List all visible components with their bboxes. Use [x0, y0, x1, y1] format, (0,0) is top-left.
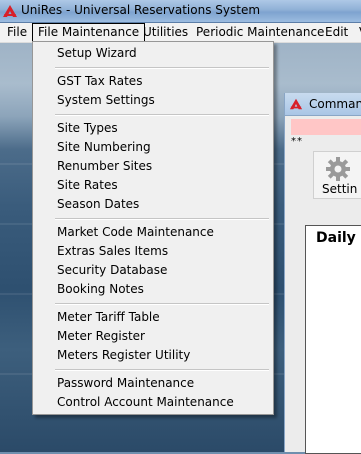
- settings-button[interactable]: Settin: [313, 151, 361, 199]
- menu-utilities[interactable]: Utilities: [138, 23, 193, 42]
- window-title: UniRes - Universal Reservations System: [21, 3, 261, 17]
- menu-item-booking-notes[interactable]: Booking Notes: [57, 280, 144, 298]
- menu-periodic-maintenance[interactable]: Periodic Maintenance: [191, 23, 329, 42]
- command-window-title: Command: [309, 97, 361, 111]
- title-bar: UniRes - Universal Reservations System: [0, 0, 361, 23]
- menu-item-meter-tariff-table[interactable]: Meter Tariff Table: [57, 308, 160, 326]
- menu-item-security-database[interactable]: Security Database: [57, 261, 167, 279]
- menu-item-gst-tax-rates[interactable]: GST Tax Rates: [57, 72, 142, 90]
- menu-item-market-code-maintenance[interactable]: Market Code Maintenance: [57, 223, 214, 241]
- menu-separator: [55, 303, 269, 305]
- menu-item-control-account-maintenance[interactable]: Control Account Maintenance: [57, 393, 234, 411]
- menu-separator: [55, 369, 269, 371]
- menu-item-meter-register[interactable]: Meter Register: [57, 327, 145, 345]
- status-stars: **: [291, 136, 303, 147]
- menu-item-renumber-sites[interactable]: Renumber Sites: [57, 157, 152, 175]
- menu-separator: [55, 218, 269, 220]
- menu-item-site-rates[interactable]: Site Rates: [57, 176, 118, 194]
- menu-item-system-settings[interactable]: System Settings: [57, 91, 155, 109]
- settings-label: Settin: [322, 182, 358, 196]
- file-maintenance-dropdown: Setup Wizard GST Tax Rates System Settin…: [32, 41, 274, 415]
- menu-item-site-types[interactable]: Site Types: [57, 119, 118, 137]
- menu-separator: [55, 114, 269, 116]
- daily-panel: Daily F: [305, 225, 361, 454]
- menu-separator: [55, 67, 269, 69]
- menu-item-extras-sales-items[interactable]: Extras Sales Items: [57, 242, 168, 260]
- menu-bar: File File Maintenance Utilities Periodic…: [0, 23, 361, 43]
- command-window: Command ** Settin Daily F: [284, 93, 361, 454]
- menu-item-password-maintenance[interactable]: Password Maintenance: [57, 374, 194, 392]
- menu-view[interactable]: V: [354, 23, 361, 42]
- menu-item-meters-register-utility[interactable]: Meters Register Utility: [57, 346, 190, 364]
- menu-file-maintenance[interactable]: File Maintenance: [32, 23, 146, 42]
- menu-item-site-numbering[interactable]: Site Numbering: [57, 138, 151, 156]
- status-bar: [291, 119, 361, 135]
- menu-item-season-dates[interactable]: Season Dates: [57, 195, 139, 213]
- daily-heading: Daily F: [316, 230, 361, 246]
- unires-logo-icon: [289, 98, 303, 110]
- menu-item-setup-wizard[interactable]: Setup Wizard: [57, 44, 137, 62]
- gear-icon: [326, 157, 350, 181]
- menu-edit[interactable]: Edit: [320, 23, 353, 42]
- command-window-title-bar[interactable]: Command: [285, 93, 361, 116]
- unires-logo-icon: [3, 5, 17, 17]
- menu-file[interactable]: File: [2, 23, 32, 42]
